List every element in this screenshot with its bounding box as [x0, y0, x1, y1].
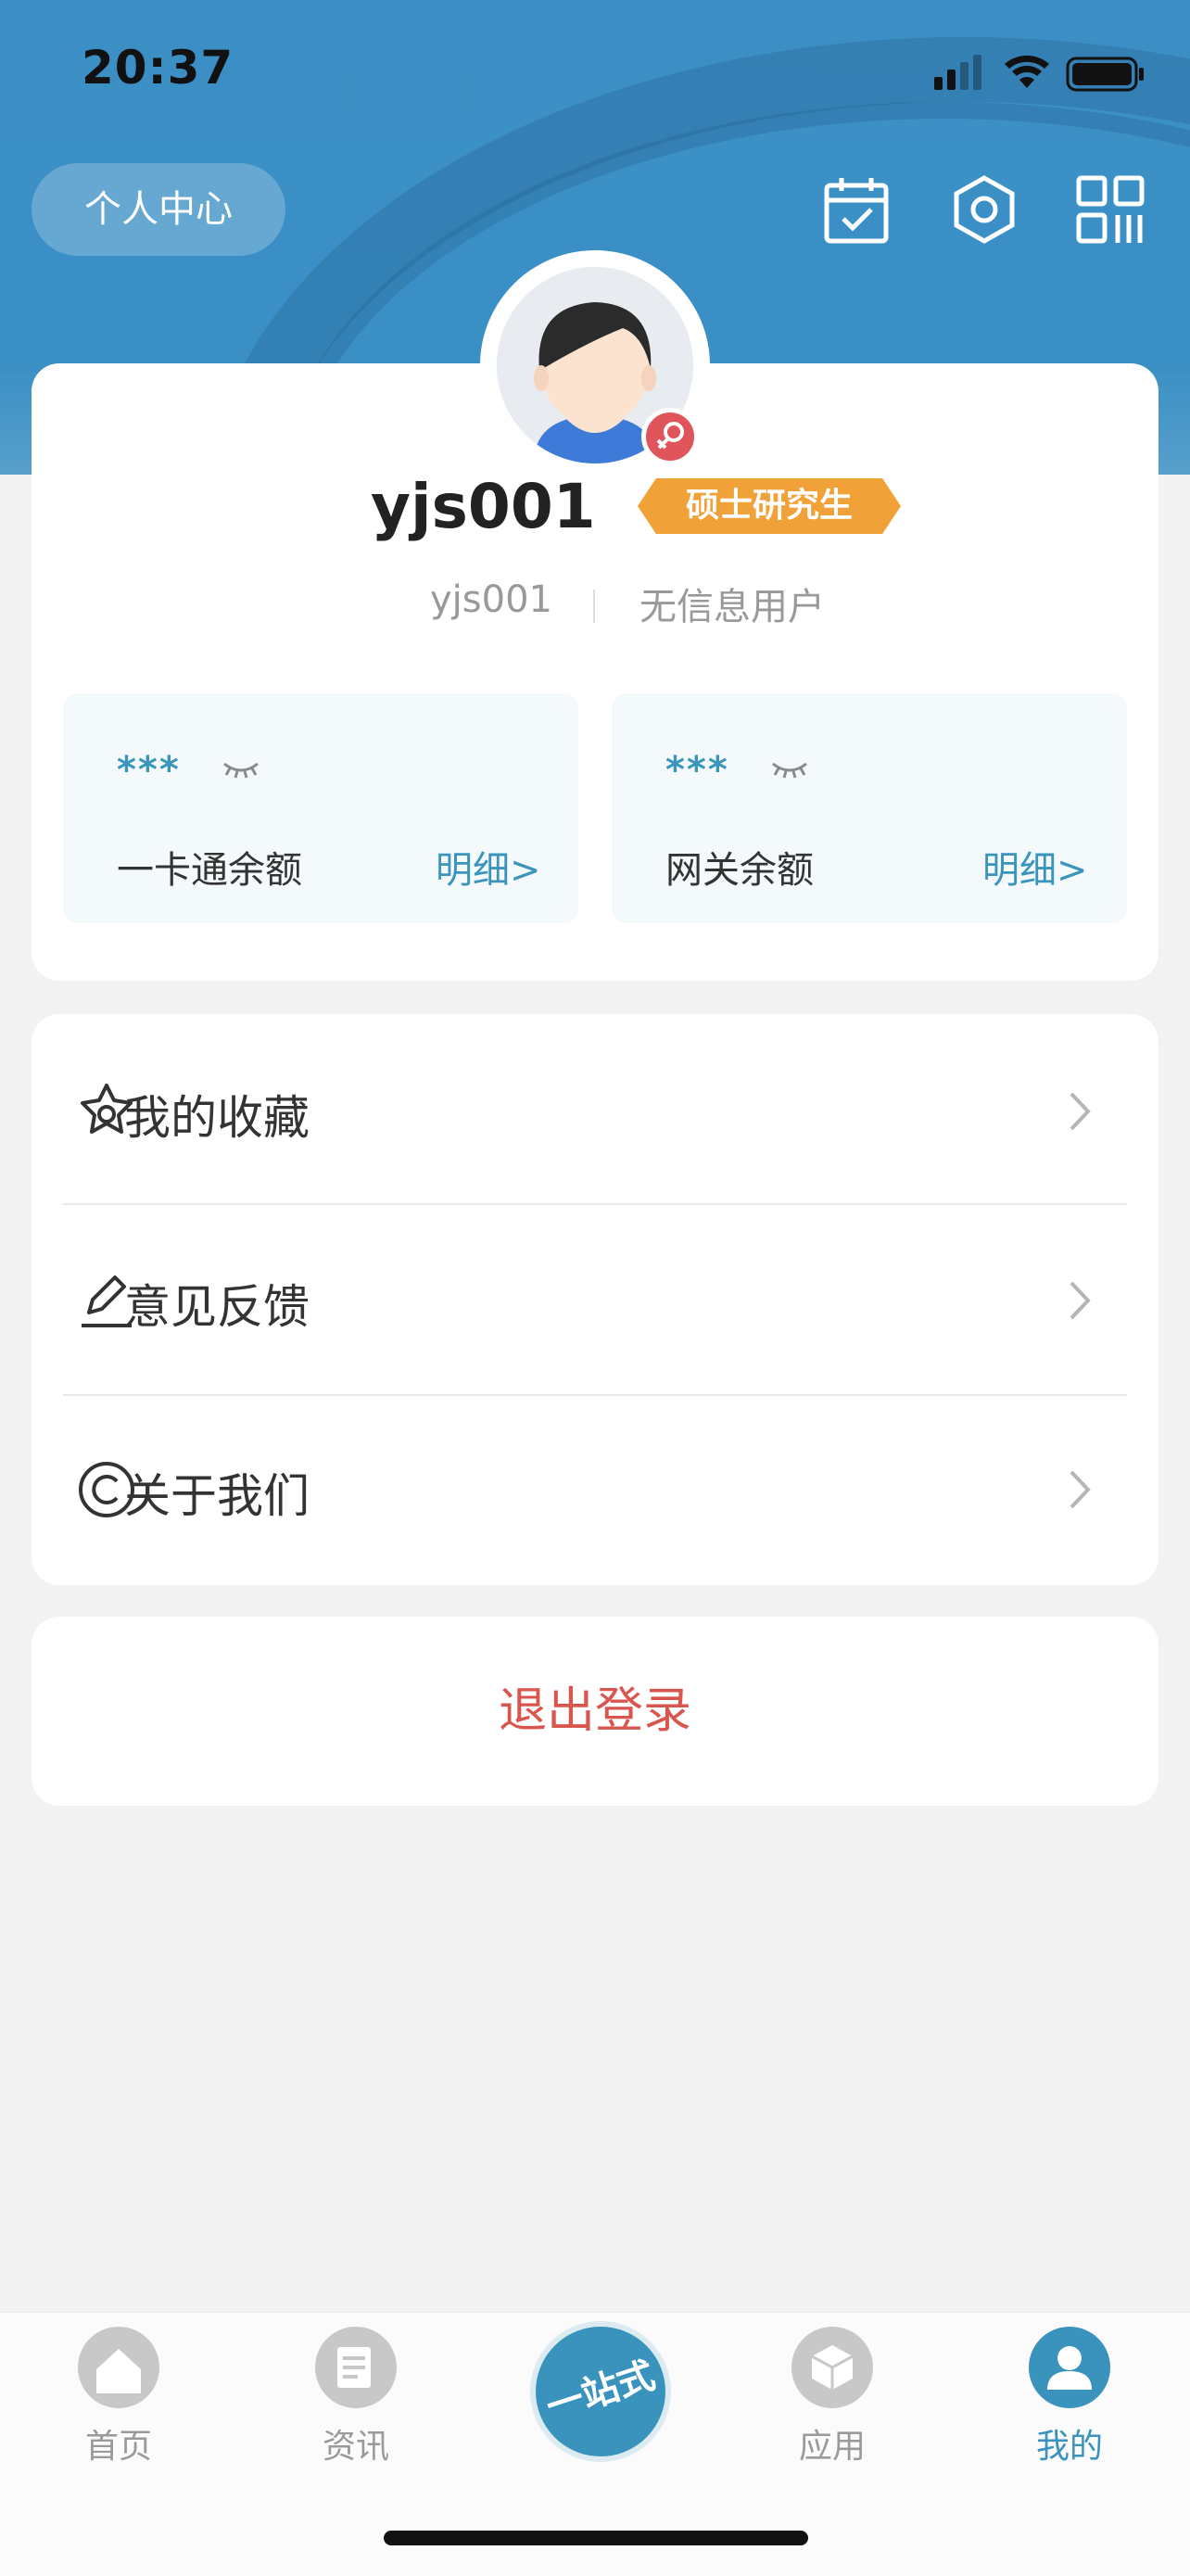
news-icon — [315, 2327, 397, 2408]
tab-home[interactable]: 首页 — [26, 2327, 211, 2468]
gateway-balance-card: *** 网关余额 明细> — [612, 693, 1127, 923]
balance-detail-link[interactable]: 明细> — [436, 840, 541, 894]
user-icon — [1029, 2327, 1110, 2408]
tab-label: 我的 — [1035, 2428, 1103, 2466]
calendar-icon[interactable] — [819, 172, 893, 247]
eye-closed-icon[interactable] — [221, 758, 261, 786]
battery-icon — [1066, 57, 1144, 92]
page-title: 个人中心 — [32, 163, 285, 256]
female-icon — [641, 408, 699, 465]
user-type: 无信息用户 — [639, 586, 825, 628]
signal-icon — [934, 55, 981, 90]
menu-item-label: 关于我们 — [124, 1469, 310, 1523]
tab-apps[interactable]: 应用 — [740, 2327, 925, 2468]
user-id: yjs001 — [430, 578, 552, 621]
qr-code-icon[interactable] — [1073, 172, 1147, 247]
home-indicator — [384, 2531, 808, 2545]
chevron-right-icon — [1066, 1277, 1094, 1327]
home-icon — [78, 2327, 159, 2408]
tab-label: 首页 — [84, 2428, 152, 2466]
menu-item-label: 我的收藏 — [124, 1091, 310, 1145]
tab-label: 应用 — [798, 2428, 866, 2466]
wifi-icon — [1005, 55, 1049, 88]
chevron-right-icon — [1066, 1088, 1094, 1138]
status-icons — [927, 51, 1149, 94]
box-icon — [791, 2327, 873, 2408]
center-logo-button[interactable]: 一站式 — [530, 2321, 671, 2462]
degree-badge: 硕士研究生 — [638, 478, 901, 534]
balance-value: *** — [665, 749, 729, 792]
balance-label: 一卡通余额 — [117, 849, 302, 892]
eye-closed-icon[interactable] — [769, 758, 810, 786]
balance-detail-link[interactable]: 明细> — [982, 840, 1088, 894]
card-balance-card: *** 一卡通余额 明细> — [63, 693, 578, 923]
username: yjs001 — [371, 471, 596, 542]
chevron-right-icon — [1066, 1466, 1094, 1516]
balance-label: 网关余额 — [665, 849, 814, 892]
status-time: 20:37 — [82, 41, 234, 95]
balance-value: *** — [117, 749, 181, 792]
divider — [593, 590, 595, 623]
settings-icon[interactable] — [947, 172, 1021, 247]
menu-item-label: 意见反馈 — [124, 1280, 310, 1334]
tab-label: 资讯 — [322, 2428, 389, 2466]
tab-mine[interactable]: 我的 — [977, 2327, 1162, 2468]
tab-news[interactable]: 资讯 — [263, 2327, 449, 2468]
logout-button[interactable]: 退出登录 — [32, 1617, 1158, 1806]
